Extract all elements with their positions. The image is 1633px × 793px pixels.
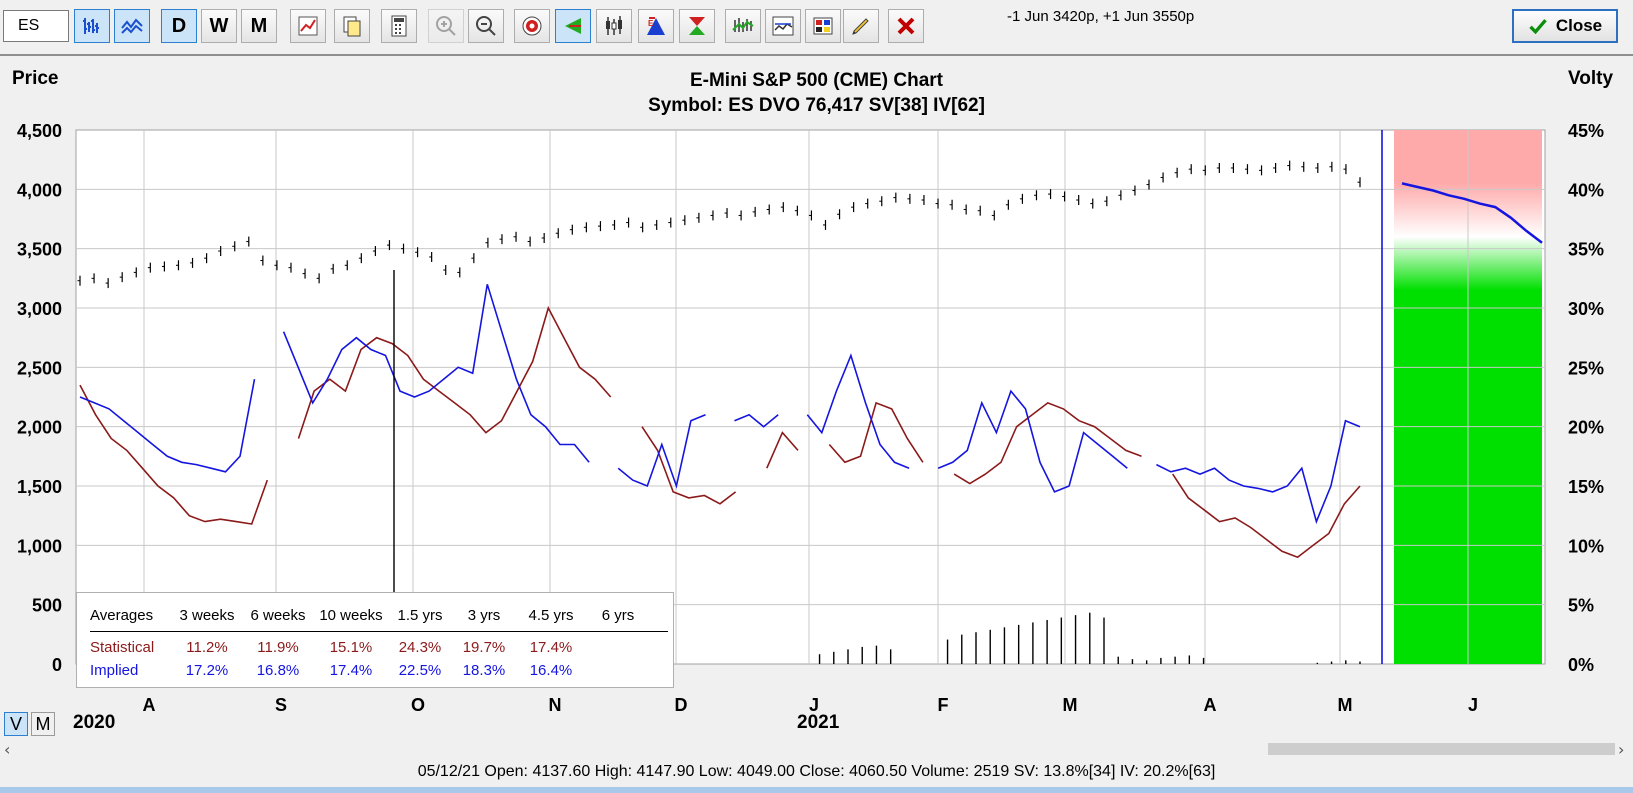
right-tick-label: 30% [1568,299,1604,319]
averages-header-6w: 6 weeks [250,607,306,624]
left-tick-label: 1,500 [17,477,62,497]
averages-row-statistical: Statistical 11.2% 11.9% 15.1% 24.3% 19.7… [77,639,673,661]
year-label-2021: 2021 [797,712,840,733]
monthly-button[interactable]: M [241,9,277,43]
x-tick-label: A [1204,695,1217,715]
horizontal-scrollbar[interactable]: ‹ › [0,738,1633,760]
left-tick-label: 3,000 [17,299,62,319]
x-tick-label: M [1338,695,1353,715]
right-tick-label: 25% [1568,358,1604,378]
zoom-in-icon[interactable] [428,9,464,43]
left-tick-label: 4,000 [17,180,62,200]
right-tick-label: 20% [1568,418,1604,438]
left-tick-label: 2,500 [17,358,62,378]
right-tick-label: 10% [1568,536,1604,556]
right-tick-label: 40% [1568,180,1604,200]
weekly-button[interactable]: W [201,9,237,43]
close-button[interactable]: Close [1512,9,1618,43]
stat-4-5y: 17.4% [529,639,573,656]
year-label-2020: 2020 [73,712,116,733]
pencil-icon[interactable] [843,9,879,43]
volatility-icon[interactable] [725,9,761,43]
left-tick-label: 2,000 [17,418,62,438]
impl-3y: 18.3% [462,662,506,679]
averages-header-row: Averages 3 weeks 6 weeks 10 weeks 1.5 yr… [77,607,673,629]
x-tick-label: A [143,695,156,715]
right-tick-label: 45% [1568,121,1604,141]
left-tick-label: 3,500 [17,240,62,260]
averages-header-label: Averages [90,607,154,624]
symbol-input[interactable] [3,10,69,42]
bar-chart-icon[interactable] [74,9,110,43]
averages-header-10w: 10 weeks [319,607,383,624]
monthly-label: M [250,14,268,37]
strike-info: -1 Jun 3420p, +1 Jun 3550p [1007,8,1195,25]
x-tick-label: S [275,695,287,715]
left-tick-label: 0 [52,655,62,675]
stat-3y: 19.7% [462,639,506,656]
x-tick-label: O [411,695,425,715]
chart-panel: Price Volty E-Mini S&P 500 (CME) Chart S… [0,58,1633,736]
calculator-icon[interactable] [381,9,417,43]
left-tick-label: 1,000 [17,536,62,556]
view-volume-toggle[interactable]: V [4,712,28,736]
hourglass-icon[interactable] [679,9,715,43]
scroll-thumb[interactable] [1268,743,1615,755]
window-bottom-edge [0,787,1633,793]
scroll-left-icon[interactable]: ‹ [4,740,10,759]
right-tick-label: 15% [1568,477,1604,497]
x-tick-label: J [1468,695,1478,715]
impl-1-5y: 22.5% [398,662,442,679]
daily-button[interactable]: D [161,9,197,43]
right-tick-label: 0% [1568,655,1594,675]
right-tick-label: 5% [1568,596,1594,616]
triangle-icon[interactable] [555,9,591,43]
impl-3w: 17.2% [185,662,229,679]
x-tick-label: D [675,695,688,715]
impl-10w: 17.4% [329,662,373,679]
x-tick-label: N [549,695,562,715]
chart-window: D W M E [0,0,1633,793]
scroll-right-icon[interactable]: › [1618,740,1624,759]
checkmark-icon [1529,19,1547,35]
impl-6w: 16.8% [256,662,300,679]
zoom-out-icon[interactable] [468,9,504,43]
daily-label: D [171,14,187,37]
stat-6w: 11.9% [257,639,299,656]
averages-row-implied: Implied 17.2% 16.8% 17.4% 22.5% 18.3% 16… [77,662,673,684]
averages-table: Averages 3 weeks 6 weeks 10 weeks 1.5 yr… [76,592,674,688]
averages-header-3y: 3 yrs [467,607,501,624]
palette-icon[interactable] [805,9,841,43]
stat-1-5y: 24.3% [398,639,442,656]
plot-area [75,129,1546,665]
averages-divider [90,631,668,632]
statistical-label: Statistical [90,639,155,656]
right-tick-label: 35% [1568,240,1604,260]
left-tick-label: 4,500 [17,121,62,141]
delete-icon[interactable] [888,9,924,43]
impl-4-5y: 16.4% [529,662,573,679]
candle-icon[interactable] [596,9,632,43]
chart-settings-icon[interactable] [290,9,326,43]
svg-text:E: E [648,19,654,28]
copy-icon[interactable] [334,9,370,43]
compare-icon[interactable] [765,9,801,43]
view-mode-toggle[interactable]: M [31,712,55,736]
up-triangle-icon[interactable]: E [638,9,674,43]
averages-header-6y: 6 yrs [601,607,635,624]
left-tick-label: 500 [32,596,62,616]
x-tick-label: F [938,695,949,715]
target-icon[interactable] [514,9,550,43]
weekly-label: W [209,14,229,37]
line-chart-icon[interactable] [114,9,150,43]
averages-header-4-5y: 4.5 yrs [528,607,574,624]
close-label: Close [1555,16,1603,35]
implied-label: Implied [90,662,139,679]
x-tick-label: M [1063,695,1078,715]
toolbar: D W M E [0,0,1633,56]
averages-header-1-5y: 1.5 yrs [397,607,443,624]
stat-3w: 11.2% [186,639,228,656]
averages-header-3w: 3 weeks [179,607,235,624]
stat-10w: 15.1% [329,639,373,656]
